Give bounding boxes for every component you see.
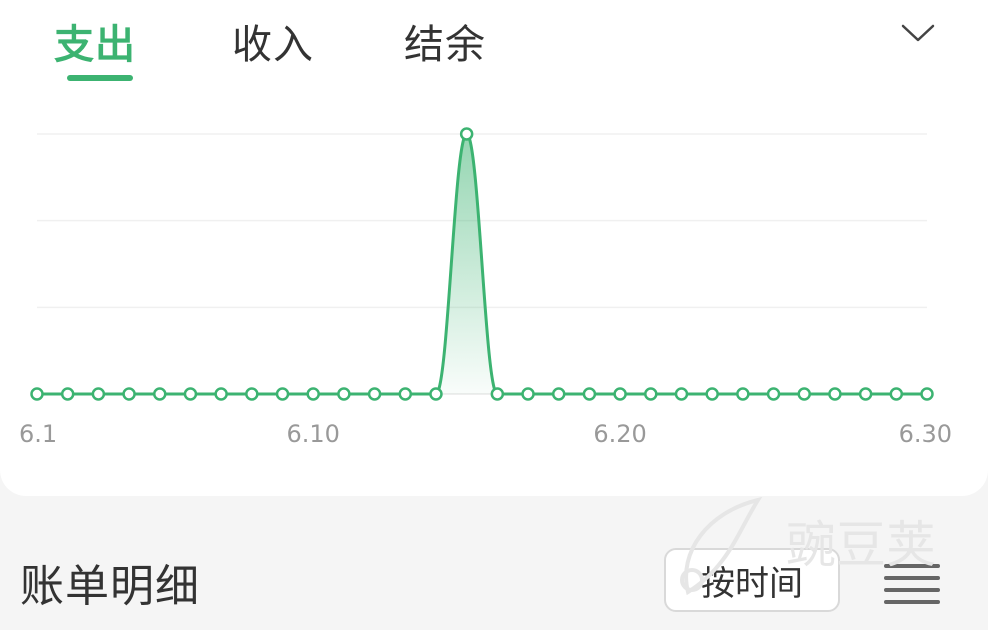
active-tab-indicator (67, 75, 133, 81)
data-point-6.29[interactable] (889, 387, 904, 401)
x-tick-label: 6.10 (286, 420, 339, 448)
data-point-6.19[interactable] (582, 387, 597, 401)
data-point-6.28[interactable] (858, 387, 873, 401)
data-point-6.24[interactable] (736, 387, 750, 401)
data-point-6.17[interactable] (521, 387, 535, 401)
data-point-6.14[interactable] (429, 387, 443, 401)
expense-line-chart: 6.1 6.10 6.20 6.30 (19, 127, 952, 448)
data-point-6.30[interactable] (920, 387, 934, 401)
data-point-6.26[interactable] (797, 387, 811, 401)
chart-card: 支出 收入 结余 6.1 6.10 6.20 6.30 (0, 0, 988, 496)
tab-bar: 支出 收入 结余 (0, 0, 988, 100)
data-point-6.23[interactable] (705, 387, 719, 401)
data-point-6.27[interactable] (828, 387, 842, 401)
data-point-6.22[interactable] (674, 387, 689, 401)
tab-income[interactable]: 收入 (232, 12, 314, 70)
data-point-6.20[interactable] (613, 387, 627, 401)
data-point-6.1[interactable] (30, 387, 44, 401)
data-point-6.9[interactable] (275, 387, 290, 401)
chevron-down-icon[interactable] (900, 18, 936, 48)
data-point-6.25[interactable] (766, 387, 781, 401)
data-point-6.15[interactable] (459, 127, 474, 141)
bill-details-title: 账单明细 (20, 561, 200, 612)
data-point-6.12[interactable] (367, 387, 382, 401)
data-point-6.7[interactable] (214, 387, 228, 401)
x-tick-label: 6.20 (593, 420, 646, 448)
tab-expense[interactable]: 支出 (54, 12, 136, 70)
data-point-6.16[interactable] (490, 387, 505, 401)
sort-by-time-button[interactable]: 按时间 (664, 548, 840, 612)
data-point-6.10[interactable] (306, 387, 320, 401)
tab-balance[interactable]: 结余 (404, 12, 486, 70)
x-tick-label: 6.1 (19, 420, 57, 448)
data-point-6.8[interactable] (245, 387, 259, 401)
data-point-6.21[interactable] (644, 387, 658, 401)
data-point-6.18[interactable] (551, 387, 566, 401)
data-point-6.13[interactable] (398, 387, 413, 401)
data-point-6.3[interactable] (91, 387, 106, 401)
data-point-6.4[interactable] (122, 387, 136, 401)
data-point-6.5[interactable] (153, 387, 167, 401)
x-tick-label: 6.30 (899, 420, 952, 448)
list-icon[interactable] (884, 562, 940, 604)
data-point-6.11[interactable] (337, 387, 351, 401)
data-point-6.6[interactable] (183, 387, 198, 401)
data-point-6.2[interactable] (60, 387, 75, 401)
